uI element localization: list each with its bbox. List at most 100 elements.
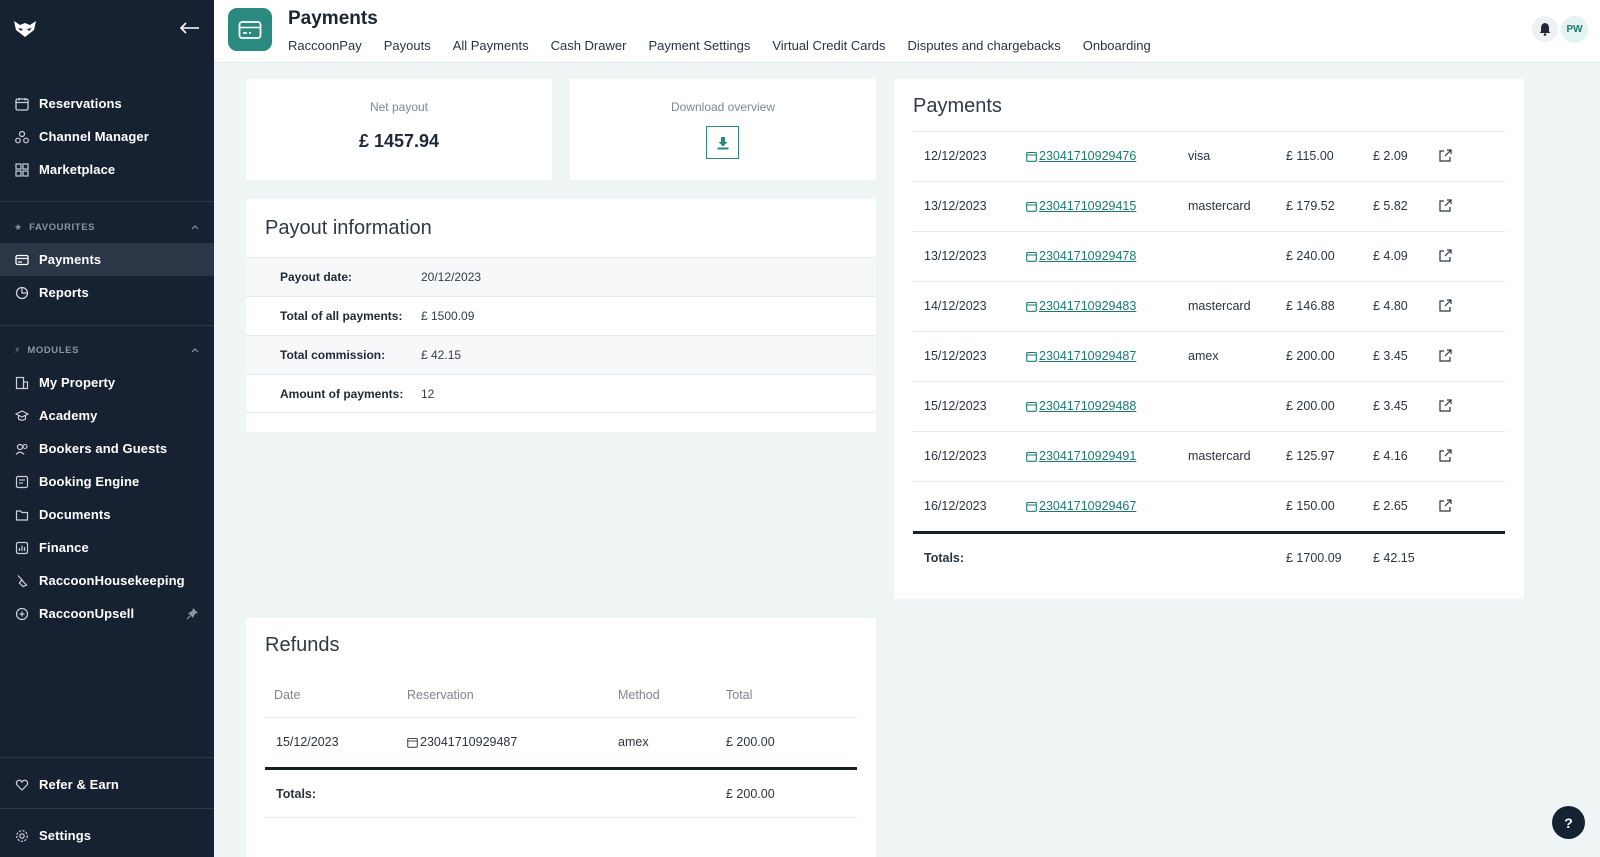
sidebar-item-label: Booking Engine	[39, 474, 140, 489]
collapse-sidebar-icon[interactable]	[176, 16, 202, 40]
payment-date: 12/12/2023	[924, 149, 987, 163]
payment-total: £ 115.00	[1286, 149, 1334, 163]
payment-date: 15/12/2023	[924, 349, 987, 363]
reservation-link[interactable]: 23041710929491	[1026, 449, 1136, 463]
download-button[interactable]	[706, 126, 739, 159]
sidebar-item-raccoon-upsell[interactable]: RaccoonUpsell	[0, 597, 214, 630]
sidebar-item-reports[interactable]: Reports	[0, 276, 214, 309]
payment-date: 13/12/2023	[924, 249, 987, 263]
reservation-number: 23041710929415	[1039, 199, 1137, 213]
external-link-icon[interactable]	[1438, 248, 1453, 266]
sidebar-item-label: Refer & Earn	[39, 777, 119, 792]
sidebar-item-reservations[interactable]: Reservations	[0, 87, 214, 120]
tab-disputes-and-chargebacks[interactable]: Disputes and chargebacks	[908, 38, 1061, 53]
sidebar-item-refer-and-earn[interactable]: Refer & Earn	[0, 768, 214, 801]
info-row: Payout date: 20/12/2023	[246, 257, 876, 296]
sidebar-item-my-property[interactable]: My Property	[0, 366, 214, 399]
download-icon	[717, 136, 728, 149]
sidebar-item-documents[interactable]: Documents	[0, 498, 214, 531]
sidebar-divider	[0, 808, 214, 809]
refund-date: 15/12/2023	[276, 735, 339, 749]
reservation-link[interactable]: 23041710929483	[1026, 299, 1136, 313]
refunds-title: Refunds	[265, 634, 340, 656]
pie-chart-icon	[14, 285, 30, 301]
sidebar-item-finance[interactable]: Finance	[0, 531, 214, 564]
sidebar-item-bookers-and-guests[interactable]: Bookers and Guests	[0, 432, 214, 465]
sidebar-item-booking-engine[interactable]: Booking Engine	[0, 465, 214, 498]
refunds-header-method: Method	[618, 688, 660, 702]
folder-icon	[14, 507, 30, 523]
payment-date: 16/12/2023	[924, 499, 987, 513]
sidebar-item-label: Academy	[39, 408, 98, 423]
tab-all-payments[interactable]: All Payments	[453, 38, 529, 53]
avatar[interactable]: PW	[1561, 16, 1588, 43]
external-link-icon[interactable]	[1438, 198, 1453, 216]
totals-total: £ 200.00	[726, 787, 775, 801]
payment-commission: £ 3.45	[1373, 349, 1408, 363]
refunds-header-reservation: Reservation	[407, 688, 474, 702]
payment-method: mastercard	[1188, 299, 1251, 313]
table-row: 16/12/2023 23041710929467 £ 150.00 £ 2.65	[913, 481, 1505, 531]
calendar-icon	[407, 737, 418, 748]
external-link-icon[interactable]	[1438, 498, 1453, 516]
external-link-icon[interactable]	[1438, 398, 1453, 416]
sidebar-item-label: Payments	[39, 252, 102, 267]
payment-total: £ 179.52	[1286, 199, 1335, 213]
reservation-link[interactable]: 23041710929478	[1026, 249, 1136, 263]
pin-icon[interactable]	[186, 607, 199, 620]
reservation-link[interactable]: 23041710929467	[1026, 499, 1136, 513]
plus-circle-icon	[14, 606, 30, 622]
tab-cash-drawer[interactable]: Cash Drawer	[551, 38, 627, 53]
tab-raccoonpay[interactable]: RaccoonPay	[288, 38, 362, 53]
refund-total: £ 200.00	[726, 735, 775, 749]
external-link-icon[interactable]	[1438, 148, 1453, 166]
reservation-link[interactable]: 23041710929487	[1026, 349, 1136, 363]
tab-payment-settings[interactable]: Payment Settings	[648, 38, 750, 53]
sidebar-item-academy[interactable]: Academy	[0, 399, 214, 432]
modules-section-header[interactable]: ⚡ MODULES	[14, 342, 200, 358]
tab-payouts[interactable]: Payouts	[384, 38, 431, 53]
heart-icon	[14, 777, 30, 793]
notifications-bell-icon[interactable]	[1532, 16, 1558, 42]
reservation-link[interactable]: 23041710929415	[1026, 199, 1136, 213]
tab-virtual-credit-cards[interactable]: Virtual Credit Cards	[772, 38, 885, 53]
info-row: Amount of payments: 12	[246, 374, 876, 413]
payment-commission: £ 5.82	[1373, 199, 1408, 213]
reservation-number: 23041710929476	[1039, 149, 1137, 163]
reservation-link[interactable]: 23041710929488	[1026, 399, 1136, 413]
tab-onboarding[interactable]: Onboarding	[1083, 38, 1151, 53]
sidebar-item-settings[interactable]: Settings	[0, 819, 214, 852]
payment-date: 13/12/2023	[924, 199, 987, 213]
sidebar-item-channel-manager[interactable]: Channel Manager	[0, 120, 214, 153]
external-link-icon[interactable]	[1438, 448, 1453, 466]
bar-chart-icon	[14, 540, 30, 556]
help-button[interactable]: ?	[1552, 806, 1585, 839]
favourites-section-header[interactable]: ★ FAVOURITES	[14, 219, 200, 235]
reservation-link[interactable]: 23041710929476	[1026, 149, 1136, 163]
table-row: 16/12/2023 23041710929491 mastercard £ 125.…	[913, 431, 1505, 481]
refunds-header-total: Total	[726, 688, 753, 702]
external-link-icon[interactable]	[1438, 348, 1453, 366]
refund-method: amex	[618, 735, 649, 749]
sidebar-item-label: Reservations	[39, 96, 122, 111]
table-row: 14/12/2023 23041710929483 mastercard £ 146.…	[913, 281, 1505, 331]
reservation-number: 23041710929467	[1039, 499, 1137, 513]
payout-information-card: Payout information Payout date: 20/12/20…	[246, 199, 876, 432]
sidebar-item-payments[interactable]: Payments	[0, 243, 214, 276]
payment-method: mastercard	[1188, 449, 1251, 463]
page-title: Payments	[288, 8, 378, 29]
sidebar-item-marketplace[interactable]: Marketplace	[0, 153, 214, 186]
graduation-cap-icon	[14, 408, 30, 424]
sidebar-item-raccoon-housekeeping[interactable]: RaccoonHousekeeping	[0, 564, 214, 597]
info-value: 20/12/2023	[421, 270, 482, 284]
gear-icon	[14, 828, 30, 844]
info-value: 12	[421, 386, 435, 401]
external-link-icon[interactable]	[1438, 298, 1453, 316]
table-row: 13/12/2023 23041710929415 mastercard £ 179.…	[913, 181, 1505, 231]
info-row: Total of all payments: £ 1500.09	[246, 296, 876, 335]
refunds-header-date: Date	[274, 688, 301, 702]
calendar-icon	[1026, 451, 1037, 462]
calendar-icon	[1026, 401, 1037, 412]
sidebar-top	[0, 0, 214, 60]
raccoon-logo-icon[interactable]	[12, 18, 38, 40]
